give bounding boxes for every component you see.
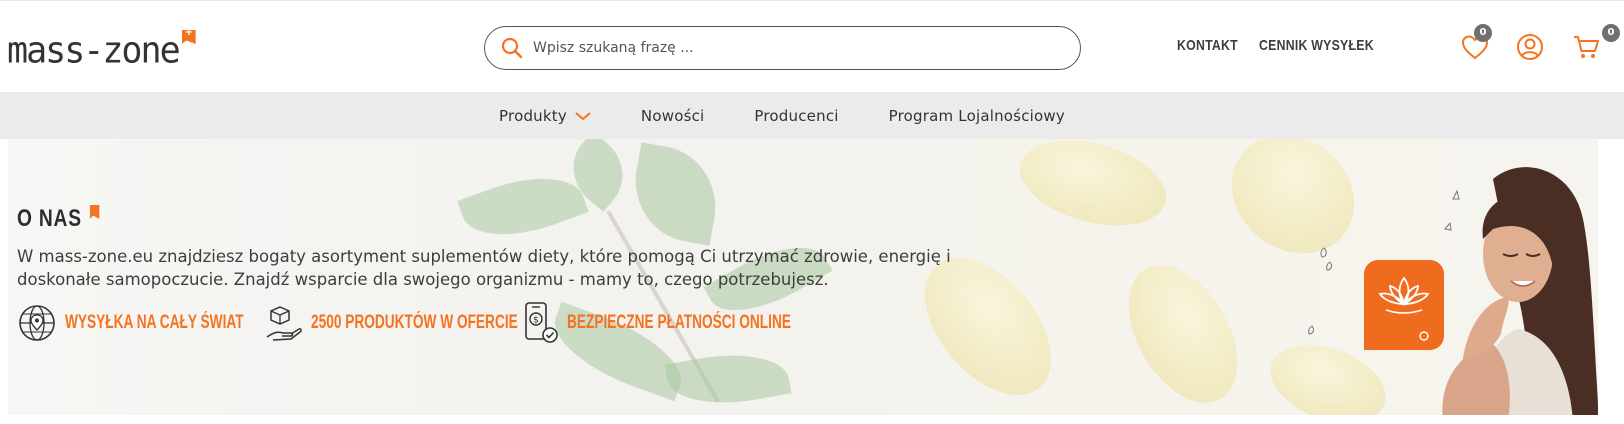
search-input[interactable] [533, 40, 1053, 56]
logo-text: mass-zone [7, 30, 181, 73]
shipping-prices-link[interactable]: CENNIK WYSYŁEK [1259, 37, 1374, 54]
feature-label: WYSYŁKA NA CAŁY ŚWIAT [65, 312, 244, 333]
main-nav: Produkty Nowości Producenci Program Loja… [0, 92, 1624, 139]
woman-photo [1442, 167, 1598, 415]
wishlist-badge: 0 [1474, 24, 1492, 42]
account-button[interactable] [1515, 29, 1549, 63]
about-title: O NAS [17, 205, 100, 233]
search-icon[interactable] [501, 37, 523, 59]
user-icon [1517, 34, 1543, 60]
box-hand-icon [266, 306, 302, 341]
logo-flag-icon: + [181, 27, 196, 44]
nav-item-news[interactable]: Nowości [641, 107, 704, 125]
about-hero-banner: O NAS W mass-zone.eu znajdziesz bogaty a… [8, 139, 1598, 415]
top-header: mass-zone + KONTAKT CENNIK WYSYŁEK 0 [0, 0, 1624, 92]
title-flag-icon [89, 205, 100, 219]
nav-item-producers[interactable]: Producenci [754, 107, 838, 125]
cart-button[interactable]: 0 [1572, 24, 1620, 63]
nav-item-label: Produkty [499, 106, 567, 125]
features-row: WYSYŁKA NA CAŁY ŚWIAT 2500 PRODUKTÓW W O… [17, 301, 791, 345]
nav-item-products[interactable]: Produkty [499, 107, 591, 125]
about-text-line: doskonałe samopoczucie. Znajdź wsparcie … [17, 270, 829, 289]
nav-item-label: Program Lojalnościowy [888, 106, 1065, 125]
feature-label: 2500 PRODUKTÓW W OFERCIE [311, 312, 518, 333]
svg-text:$: $ [533, 316, 539, 326]
feature-products-count: 2500 PRODUKTÓW W OFERCIE [265, 303, 518, 343]
phone-payment-icon: $ [525, 302, 558, 343]
about-title-text: O NAS [17, 205, 82, 232]
leaf-decoration [1308, 247, 1332, 335]
nav-item-label: Nowości [640, 106, 705, 125]
feature-secure-payments: $ BEZPIECZNE PŁATNOŚCI ONLINE [523, 301, 791, 345]
wishlist-button[interactable]: 0 [1460, 24, 1494, 63]
chevron-down-icon [575, 111, 591, 120]
logo[interactable]: mass-zone + [7, 29, 196, 73]
globe-icon [19, 305, 55, 341]
feature-label: BEZPIECZNE PŁATNOŚCI ONLINE [567, 312, 791, 333]
about-description: W mass-zone.eu znajdziesz bogaty asortym… [17, 245, 997, 291]
contact-link[interactable]: KONTAKT [1177, 37, 1238, 54]
cart-badge: 0 [1602, 24, 1620, 42]
nav-item-loyalty[interactable]: Program Lojalnościowy [889, 107, 1065, 125]
cart-icon [1574, 36, 1599, 58]
search-bar [484, 26, 1081, 70]
nav-item-label: Producenci [754, 106, 839, 125]
top-links: KONTAKT CENNIK WYSYŁEK [1177, 37, 1399, 54]
about-content: O NAS W mass-zone.eu znajdziesz bogaty a… [17, 139, 1017, 415]
logo-badge: + [184, 27, 194, 38]
about-text-line: W mass-zone.eu znajdziesz bogaty asortym… [17, 247, 951, 266]
feature-worldwide-shipping: WYSYŁKA NA CAŁY ŚWIAT [17, 303, 255, 343]
